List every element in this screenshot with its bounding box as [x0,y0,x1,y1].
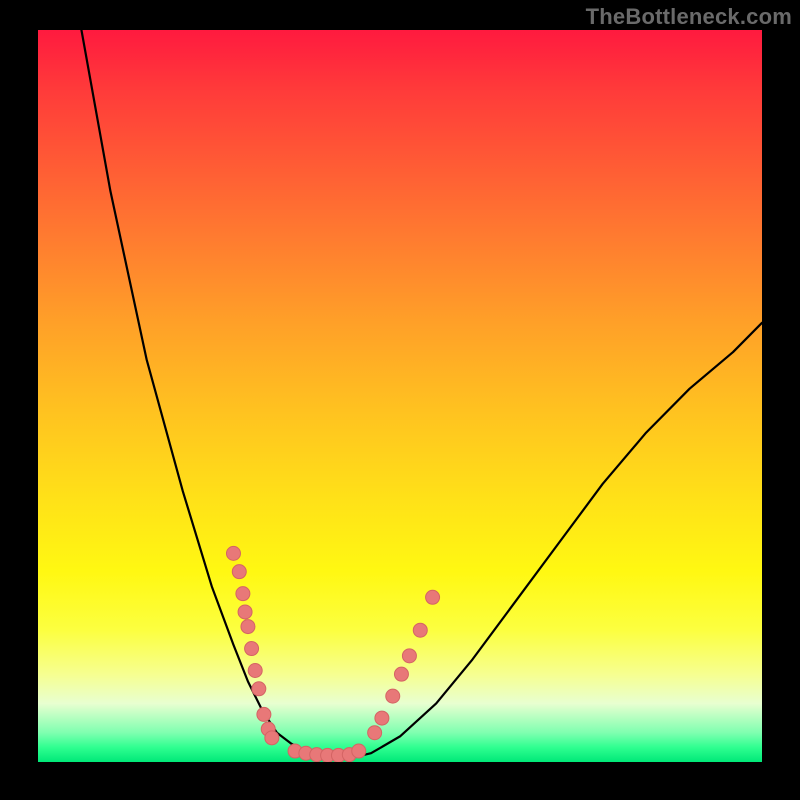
marker-left-1 [232,565,246,579]
marker-right-0 [368,726,382,740]
marker-right-1 [375,711,389,725]
marker-bottom-6 [352,744,366,758]
marker-left-0 [226,546,240,560]
chart-frame: TheBottleneck.com [0,0,800,800]
bottleneck-curve [81,30,762,758]
marker-right-3 [394,667,408,681]
marker-left-3 [238,605,252,619]
marker-left-6 [248,664,262,678]
watermark-text: TheBottleneck.com [586,4,792,30]
marker-right-2 [386,689,400,703]
marker-right-6 [426,590,440,604]
marker-right-5 [413,623,427,637]
marker-left-8 [257,707,271,721]
plot-area [38,30,762,762]
marker-left-4 [241,620,255,634]
marker-left-10 [265,731,279,745]
marker-left-5 [245,642,259,656]
marker-left-7 [252,682,266,696]
marker-right-4 [402,649,416,663]
chart-svg [38,30,762,762]
curve-path [81,30,762,758]
marker-left-2 [236,587,250,601]
